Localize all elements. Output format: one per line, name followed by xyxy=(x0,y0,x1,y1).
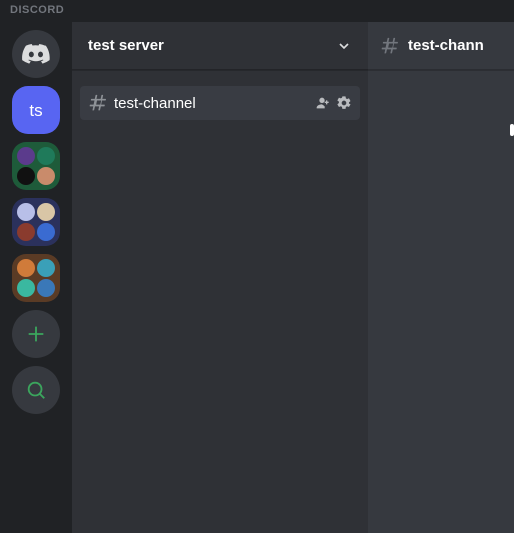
chevron-down-icon xyxy=(336,38,352,54)
hash-icon xyxy=(88,93,108,113)
folder-server-icon xyxy=(37,203,55,221)
server-folder-1[interactable] xyxy=(12,142,60,190)
folder-server-icon xyxy=(17,203,35,221)
folder-server-icon xyxy=(17,167,35,185)
folder-server-icon xyxy=(37,279,55,297)
channel-name: test-channel xyxy=(114,95,308,112)
create-invite-icon[interactable] xyxy=(314,95,330,111)
add-server-button[interactable] xyxy=(12,310,60,358)
folder-server-icon xyxy=(17,259,35,277)
compass-icon xyxy=(25,379,47,401)
server-folder-3[interactable] xyxy=(12,254,60,302)
folder-server-icon xyxy=(17,147,35,165)
folder-server-icon xyxy=(37,167,55,185)
server-acronym: ts xyxy=(29,102,42,119)
chat-area: test-chann xyxy=(368,22,514,533)
gear-icon[interactable] xyxy=(336,95,352,111)
home-button[interactable] xyxy=(12,30,60,78)
server-folder-2[interactable] xyxy=(12,198,60,246)
folder-server-icon xyxy=(37,147,55,165)
discord-logo-icon xyxy=(22,44,50,64)
channel-sidebar: test server test-channel xyxy=(72,22,368,533)
chat-title: test-chann xyxy=(408,37,484,54)
folder-server-icon xyxy=(17,223,35,241)
discord-wordmark: DISCORD xyxy=(0,0,514,22)
chat-messages[interactable] xyxy=(368,70,514,533)
explore-servers-button[interactable] xyxy=(12,366,60,414)
folder-server-icon xyxy=(37,223,55,241)
folder-server-icon xyxy=(17,279,35,297)
server-name: test server xyxy=(88,37,164,54)
folder-server-icon xyxy=(37,259,55,277)
server-rail: ts xyxy=(0,22,72,533)
server-icon-selected[interactable]: ts xyxy=(12,86,60,134)
server-header[interactable]: test server xyxy=(72,22,368,70)
channel-item[interactable]: test-channel xyxy=(80,86,360,120)
plus-icon xyxy=(25,323,47,345)
channel-list: test-channel xyxy=(72,70,368,120)
chat-header: test-chann xyxy=(368,22,514,70)
hash-icon xyxy=(380,36,400,56)
